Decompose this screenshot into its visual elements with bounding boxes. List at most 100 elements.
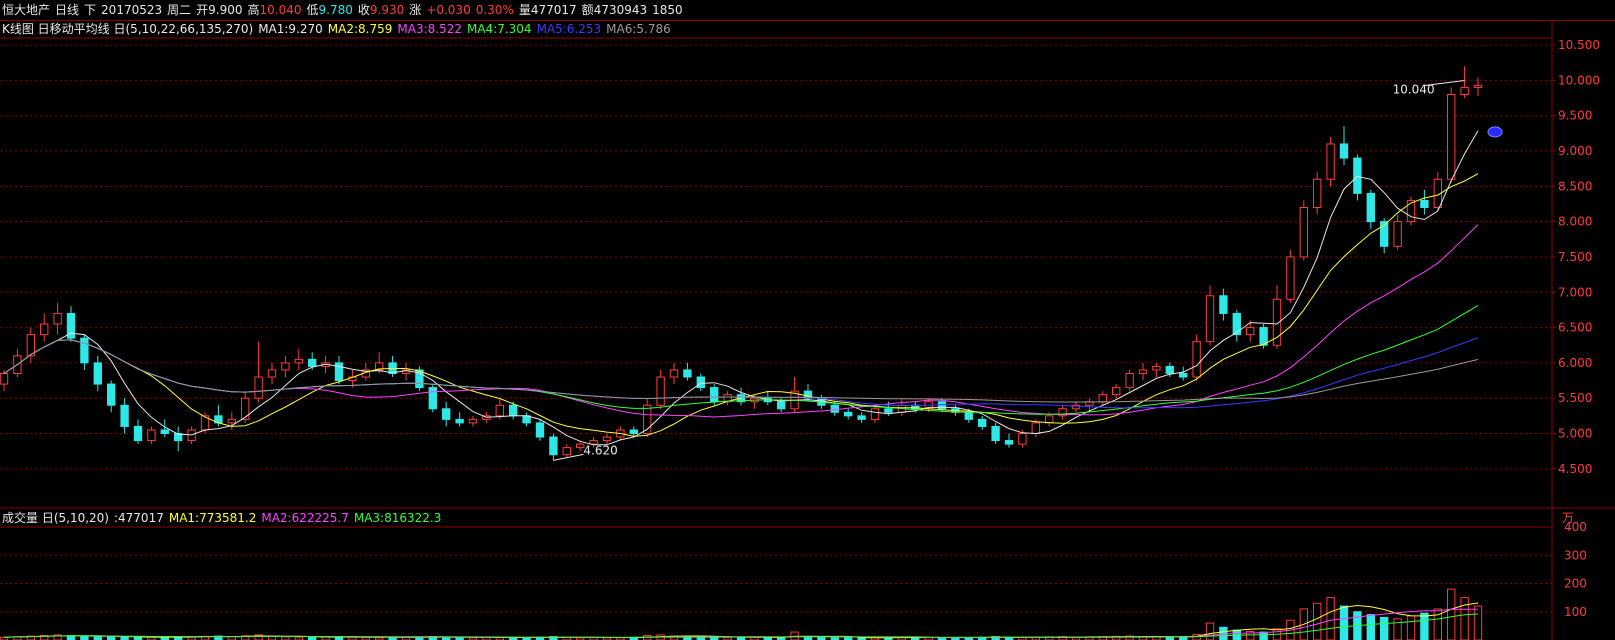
candle-body [857,415,866,420]
price-tick-label: 7.500 [1558,250,1592,264]
kline-chart[interactable]: 10.500 10.000 9.500 9.000 8.500 8.000 7.500 7.0… [0,0,1615,640]
price-tick-label: 8.000 [1558,215,1592,229]
candle-body [1232,312,1241,336]
price-tick-label: 7.000 [1558,285,1592,299]
volume-bar [1406,615,1416,640]
candle-body [1447,94,1456,180]
candle-body [964,411,973,420]
price-tick-label: 6.500 [1558,321,1592,335]
volume-tick-label: 100 [1564,605,1587,619]
volume-bar [1313,602,1322,640]
price-tick-label: 4.500 [1558,462,1592,476]
candle-body [281,362,290,371]
candle-body [602,436,612,442]
candle-body [442,408,451,420]
candle-body [683,369,692,378]
price-tick-label: 6.000 [1558,356,1592,370]
candle-body [428,387,437,410]
candle-body [1018,433,1027,445]
candle-body [1286,256,1295,300]
volume-bar [1205,622,1215,640]
candle-body [1299,207,1308,258]
volume-bar [1447,588,1456,640]
candle-body [294,358,303,364]
vol-ma3-line [3,613,1479,638]
volume-bar [267,636,277,640]
candle-body [870,408,880,420]
price-tick-label: 9.000 [1558,144,1592,158]
candle-body [241,397,250,420]
candle-body [1366,192,1375,223]
candle-body [120,404,129,427]
candle-body [0,372,9,385]
candle-body [1004,440,1014,445]
candle-body [1112,387,1121,396]
candle-body [549,436,558,456]
volume-bar [1420,612,1429,640]
candle-body [1138,369,1148,374]
candle-body [1339,143,1349,159]
low-annotation-label: 4.620 [583,443,617,457]
candle-body [1473,84,1483,88]
candle-body [1205,295,1215,343]
candle-body [308,358,317,367]
candle-body [1219,295,1228,314]
volume-unit-label: 万 [1562,511,1574,525]
candle-body [267,369,277,378]
candle-body [535,422,545,438]
candle-body [1031,422,1040,434]
volume-bar [1460,597,1469,640]
candle-body [1192,341,1201,378]
candle-body [978,418,987,427]
price-tick-label: 5.500 [1558,391,1592,405]
candle-body [696,376,705,389]
candle-body [884,408,893,413]
volume-bar [93,636,102,640]
candle-body [1460,86,1469,95]
candle-body [1045,415,1054,424]
candle-body [1125,372,1134,389]
vol-ma2-line [3,608,1478,639]
candle-body [1393,221,1402,247]
candle-body [1326,143,1335,180]
candle-body [80,337,89,364]
candle-body [777,401,786,410]
candle-body [227,418,236,424]
candle-body [710,387,719,403]
candle-body [133,425,143,442]
candle-body [147,429,156,442]
price-tick-label: 8.500 [1558,179,1592,193]
volume-bar [1473,605,1483,640]
candle-body [669,369,679,378]
candle-body [1313,178,1322,208]
candle-body [1165,365,1174,374]
candle-body [495,404,504,417]
candle-body [40,323,49,336]
candle-body [1353,157,1362,194]
candle-body [53,312,62,325]
candle-body [656,376,665,406]
candle-body [107,383,116,406]
candle-body [830,404,839,413]
ma-marker-icon [1487,126,1503,138]
candle-body [1406,199,1416,223]
volume-bar [1339,605,1349,640]
candle-body [1420,199,1429,208]
candle-body [1179,372,1188,378]
candle-body [254,376,263,399]
candle-body [629,429,638,434]
volume-bar [1366,614,1375,640]
low-annotation-line [553,453,584,461]
volume-bar [1326,597,1335,640]
candle-body [562,447,571,456]
price-tick-label: 10.500 [1558,38,1600,52]
candle-body [509,404,518,417]
candle-body [1246,327,1255,336]
volume-bar [80,635,89,640]
high-annotation-label: 10.040 [1393,83,1435,97]
price-tick-label: 5.000 [1558,427,1592,441]
volume-bar [1259,631,1268,640]
volume-bar [1380,616,1389,640]
candle-body [93,362,102,385]
candle-body [844,411,853,417]
